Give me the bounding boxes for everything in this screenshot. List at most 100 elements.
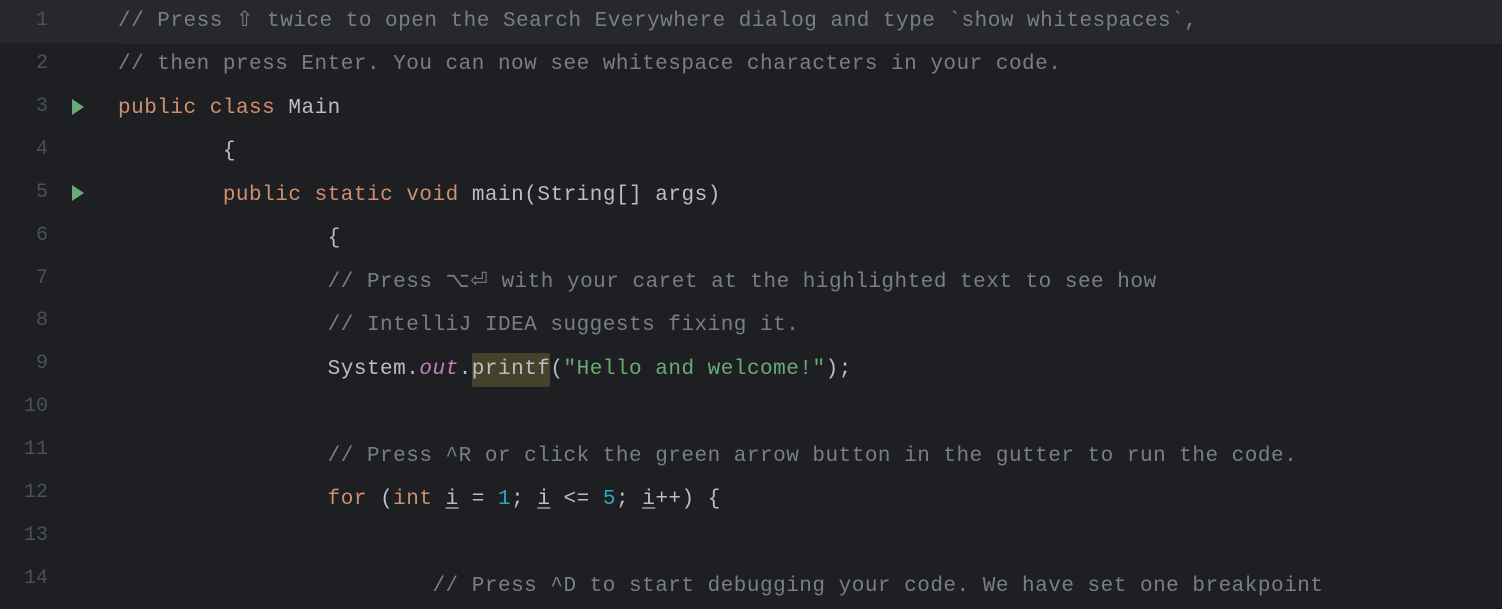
number-literal: 5: [603, 483, 616, 517]
keyword: for: [328, 483, 367, 517]
line-number: 5: [0, 177, 58, 209]
semicolon: ;: [511, 483, 537, 517]
gutter-row[interactable]: 8: [0, 300, 118, 343]
gutter-icon-slot[interactable]: [58, 99, 98, 115]
line-number: 1: [0, 5, 58, 37]
gutter-row[interactable]: 5: [0, 171, 118, 214]
code-line[interactable]: // Press ^R or click the green arrow but…: [118, 435, 1502, 479]
gutter-row[interactable]: 6: [0, 214, 118, 257]
field: out: [419, 353, 458, 387]
gutter-row[interactable]: 2: [0, 43, 118, 86]
gutter-row[interactable]: 3: [0, 86, 118, 129]
semicolon: ;: [616, 483, 642, 517]
paren: (: [550, 353, 563, 387]
comment-text: // IntelliJ IDEA suggests fixing it.: [328, 309, 800, 343]
keyword: static: [315, 179, 394, 213]
class-name: Main: [288, 92, 340, 126]
operator: ++: [655, 483, 681, 517]
gutter-row[interactable]: 1: [0, 0, 118, 43]
space: [367, 483, 380, 517]
gutter-row[interactable]: 10: [0, 386, 118, 429]
warning-highlight: printf: [472, 353, 551, 387]
space: [695, 483, 708, 517]
line-number: 14: [0, 563, 58, 595]
line-number: 12: [0, 477, 58, 509]
code-line[interactable]: [118, 392, 1502, 436]
line-number: 6: [0, 220, 58, 252]
paren: ): [682, 483, 695, 517]
keyword: public: [118, 92, 197, 126]
dot: .: [459, 353, 472, 387]
gutter-row[interactable]: 7: [0, 257, 118, 300]
paren: (: [524, 179, 537, 213]
code-line[interactable]: for (int i = 1; i <= 5; i++) {: [118, 479, 1502, 523]
indent: [118, 570, 432, 604]
comment-text: // Press ^D to start debugging your code…: [432, 570, 1323, 604]
keyword: public: [223, 179, 302, 213]
gutter-row[interactable]: 9: [0, 343, 118, 386]
code-line[interactable]: // IntelliJ IDEA suggests fixing it.: [118, 305, 1502, 349]
line-number: 2: [0, 48, 58, 80]
gutter-row[interactable]: 4: [0, 129, 118, 172]
code-area[interactable]: // Press ⇧ twice to open the Search Ever…: [118, 0, 1502, 600]
code-line[interactable]: // then press Enter. You can now see whi…: [118, 44, 1502, 88]
line-number: 10: [0, 391, 58, 423]
space: [459, 179, 472, 213]
line-number: 7: [0, 263, 58, 295]
code-editor: 1 2 3 4 5 6 7 8: [0, 0, 1502, 600]
code-line[interactable]: public class Main: [118, 87, 1502, 131]
operator: =: [459, 483, 498, 517]
brace: {: [328, 222, 341, 256]
code-line[interactable]: {: [118, 131, 1502, 175]
code-line[interactable]: public static void main(String[] args): [118, 174, 1502, 218]
brace: {: [223, 135, 236, 169]
blank: [118, 396, 131, 430]
object: System: [328, 353, 407, 387]
operator: <=: [550, 483, 602, 517]
indent: [118, 353, 328, 387]
variable: i: [446, 483, 459, 517]
code-line[interactable]: // Press ⇧ twice to open the Search Ever…: [118, 0, 1502, 44]
code-line[interactable]: // Press ^D to start debugging your code…: [118, 566, 1502, 609]
array-brackets: []: [616, 179, 655, 213]
gutter-icon-slot[interactable]: [58, 185, 98, 201]
gutter-row[interactable]: 14: [0, 557, 118, 600]
gutter-row[interactable]: 11: [0, 429, 118, 472]
comment-text: // then press Enter. You can now see whi…: [118, 48, 1061, 82]
brace: {: [708, 483, 721, 517]
space: [197, 92, 210, 126]
variable: i: [537, 483, 550, 517]
variable: i: [642, 483, 655, 517]
type: int: [393, 483, 432, 517]
gutter-row[interactable]: 13: [0, 514, 118, 557]
string-literal: "Hello and welcome!": [564, 353, 826, 387]
code-line[interactable]: // Press ⌥⏎ with your caret at the highl…: [118, 261, 1502, 305]
comment-text: // Press ⌥⏎ with your caret at the highl…: [328, 266, 1157, 300]
gutter-row[interactable]: 12: [0, 471, 118, 514]
indent: [118, 135, 223, 169]
line-number: 9: [0, 348, 58, 380]
space: [432, 483, 445, 517]
comment-text: // Press ⇧ twice to open the Search Ever…: [118, 5, 1197, 39]
comment-text: // Press ^R or click the green arrow but…: [328, 440, 1298, 474]
line-number: 8: [0, 305, 58, 337]
indent: [118, 222, 328, 256]
gutter: 1 2 3 4 5 6 7 8: [0, 0, 118, 600]
line-number: 13: [0, 520, 58, 552]
code-line[interactable]: [118, 522, 1502, 566]
space: [301, 179, 314, 213]
blank: [118, 527, 131, 561]
code-line[interactable]: {: [118, 218, 1502, 262]
paren: ): [708, 179, 721, 213]
indent: [118, 266, 328, 300]
number-literal: 1: [498, 483, 511, 517]
parameter: args: [655, 179, 707, 213]
space: [393, 179, 406, 213]
code-line[interactable]: System.out.printf("Hello and welcome!");: [118, 348, 1502, 392]
run-icon[interactable]: [72, 99, 84, 115]
line-number: 3: [0, 91, 58, 123]
paren: ): [826, 353, 839, 387]
method-name: main: [472, 179, 524, 213]
semicolon: ;: [839, 353, 852, 387]
run-icon[interactable]: [72, 185, 84, 201]
